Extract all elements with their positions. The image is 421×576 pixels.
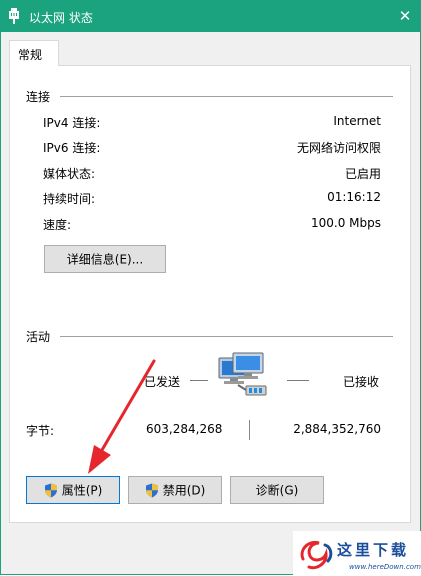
sent-label: 已发送 [144, 375, 181, 389]
bytes-separator [249, 420, 250, 440]
bytes-sent-value: 603,284,268 [146, 422, 223, 436]
general-panel: 连接 IPv4 连接: Internet IPv6 连接: 无网络访问权限 媒体… [9, 65, 411, 523]
disable-button-label: 禁用(D) [162, 483, 206, 498]
ipv6-label: IPv6 连接: [43, 141, 101, 155]
sent-dash [190, 380, 208, 381]
tab-general[interactable]: 常规 [9, 40, 59, 66]
ethernet-icon [7, 8, 21, 24]
duration-label: 持续时间: [43, 192, 96, 206]
ipv4-label: IPv4 连接: [43, 116, 101, 130]
connection-divider [60, 96, 393, 97]
connection-section-title: 连接 [26, 90, 51, 104]
media-state-label: 媒体状态: [43, 167, 96, 181]
received-label: 已接收 [343, 375, 380, 389]
info-row-ipv6: IPv6 连接: 无网络访问权限 [43, 139, 381, 157]
speed-value: 100.0 Mbps [310, 216, 381, 230]
watermark-swirl-icon [300, 540, 333, 570]
info-row-duration: 持续时间: 01:16:12 [43, 190, 381, 208]
properties-button-label: 属性(P) [61, 483, 103, 498]
media-state-value: 已启用 [344, 167, 381, 181]
window-title: 以太网 状态 [29, 11, 93, 25]
shield-icon [145, 483, 159, 498]
ipv4-value: Internet [333, 114, 381, 128]
watermark-logo: 这里下载 www.hereDown.com [293, 531, 421, 576]
info-row-media-state: 媒体状态: 已启用 [43, 165, 381, 183]
diagnose-button-label: 诊断(G) [255, 483, 299, 498]
network-status-window: 以太网 状态 ✕ 常规 连接 IPv4 连接: Internet IPv6 连接… [0, 0, 421, 576]
bytes-received-value: 2,884,352,760 [293, 422, 381, 436]
tab-general-label: 常规 [18, 48, 43, 62]
properties-button[interactable]: 属性(P) [26, 476, 120, 504]
title-bar[interactable]: 以太网 状态 ✕ [1, 1, 420, 32]
speed-label: 速度: [43, 218, 72, 232]
details-button[interactable]: 详细信息(E)... [44, 245, 166, 273]
shield-icon [44, 483, 58, 498]
info-row-speed: 速度: 100.0 Mbps [43, 216, 381, 234]
disable-button[interactable]: 禁用(D) [128, 476, 222, 504]
activity-divider [60, 336, 393, 337]
info-row-ipv4: IPv4 连接: Internet [43, 114, 381, 132]
close-button[interactable]: ✕ [391, 3, 419, 29]
watermark-text: 这里下载 [337, 541, 410, 559]
details-button-label: 详细信息(E)... [66, 252, 144, 267]
network-computers-icon [216, 352, 272, 400]
close-icon: ✕ [398, 7, 412, 25]
diagnose-button[interactable]: 诊断(G) [230, 476, 324, 504]
duration-value: 01:16:12 [327, 190, 381, 204]
ipv6-value: 无网络访问权限 [296, 141, 381, 155]
received-dash [287, 380, 309, 381]
activity-section-title: 活动 [26, 330, 51, 344]
bytes-label: 字节: [26, 424, 55, 438]
watermark-url: www.hereDown.com [349, 563, 421, 571]
